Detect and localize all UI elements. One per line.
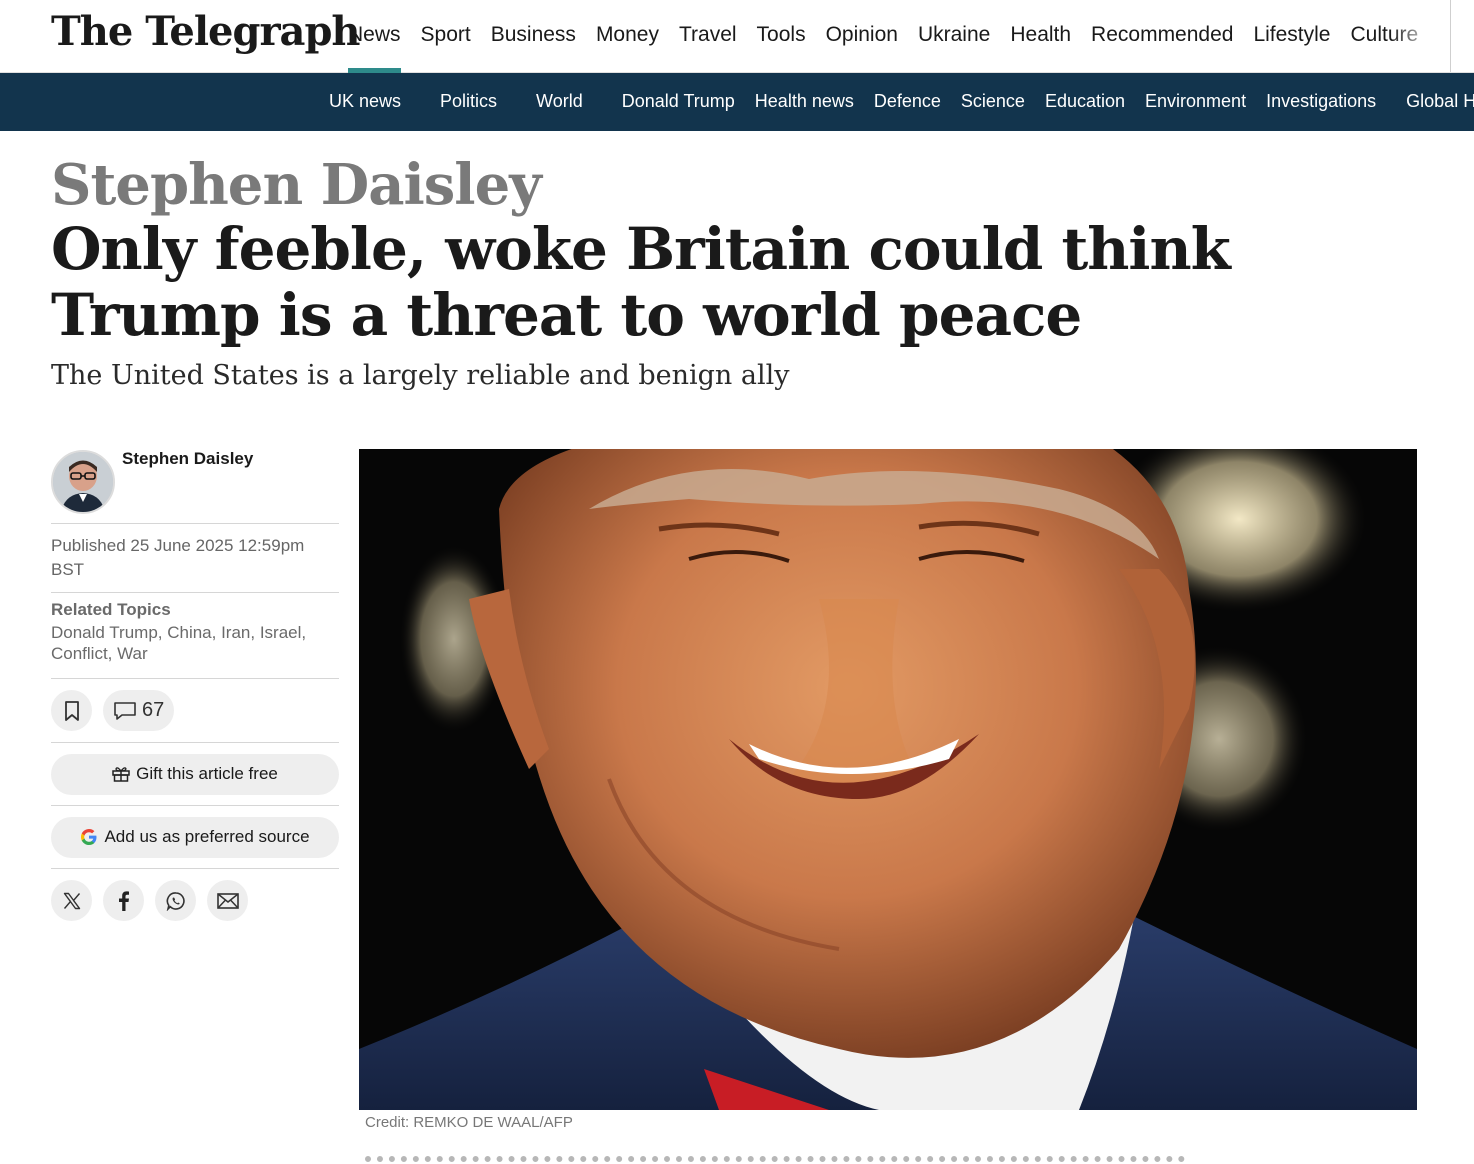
author-avatar[interactable] bbox=[51, 450, 115, 514]
article-sidebar: Stephen Daisley Published 25 June 2025 1… bbox=[51, 449, 339, 921]
nav-fade-overlay bbox=[1390, 0, 1450, 72]
gift-article-label: Gift this article free bbox=[136, 764, 278, 783]
facebook-icon bbox=[118, 890, 129, 911]
article-standfirst: The United States is a largely reliable … bbox=[51, 360, 790, 391]
author-name[interactable]: Stephen Daisley bbox=[122, 449, 253, 469]
subnav-item-science[interactable]: Science bbox=[951, 73, 1035, 131]
bookmark-button[interactable] bbox=[51, 690, 92, 731]
gift-row: Gift this article free bbox=[51, 743, 339, 806]
subnav-item-environment[interactable]: Environment bbox=[1135, 73, 1256, 131]
section-subnav: UK news Politics World Donald Trump Heal… bbox=[0, 73, 1474, 131]
share-x-button[interactable] bbox=[51, 880, 92, 921]
subnav-items: UK news Politics World Donald Trump Heal… bbox=[319, 73, 1474, 131]
nav-item-tools[interactable]: Tools bbox=[747, 0, 816, 73]
nav-item-money[interactable]: Money bbox=[586, 0, 669, 73]
whatsapp-icon bbox=[166, 891, 185, 911]
gift-icon bbox=[112, 767, 130, 782]
comment-icon bbox=[114, 701, 136, 720]
share-whatsapp-button[interactable] bbox=[155, 880, 196, 921]
comment-count: 67 bbox=[142, 699, 165, 721]
share-buttons bbox=[51, 869, 339, 921]
preferred-source-button[interactable]: Add us as preferred source bbox=[51, 816, 339, 858]
share-email-button[interactable] bbox=[207, 880, 248, 921]
related-topics: Related Topics Donald Trump, China, Iran… bbox=[51, 593, 339, 679]
nav-item-lifestyle[interactable]: Lifestyle bbox=[1243, 0, 1340, 73]
article-body-start bbox=[365, 1156, 1265, 1164]
top-navigation: The Telegraph News Sport Business Money … bbox=[0, 0, 1474, 73]
preferred-source-label: Add us as preferred source bbox=[104, 827, 310, 846]
subnav-item-world[interactable]: World bbox=[526, 73, 593, 131]
bookmark-icon bbox=[64, 700, 79, 721]
related-topics-title: Related Topics bbox=[51, 600, 171, 619]
nav-item-opinion[interactable]: Opinion bbox=[816, 0, 908, 73]
author-byline: Stephen Daisley bbox=[51, 449, 339, 524]
subnav-item-donald-trump[interactable]: Donald Trump bbox=[612, 73, 745, 131]
article-kicker-author[interactable]: Stephen Daisley bbox=[51, 152, 542, 218]
google-icon bbox=[81, 829, 97, 845]
subnav-item-global-health[interactable]: Global Health bbox=[1396, 73, 1474, 131]
primary-nav: News Sport Business Money Travel Tools O… bbox=[338, 0, 1428, 73]
subnav-item-health-news[interactable]: Health news bbox=[745, 73, 864, 131]
subnav-item-defence[interactable]: Defence bbox=[864, 73, 951, 131]
subnav-item-education[interactable]: Education bbox=[1035, 73, 1135, 131]
related-topics-list[interactable]: Donald Trump, China, Iran, Israel, Confl… bbox=[51, 622, 339, 664]
subnav-item-politics[interactable]: Politics bbox=[430, 73, 507, 131]
site-logo[interactable]: The Telegraph bbox=[51, 8, 361, 55]
nav-item-news[interactable]: News bbox=[338, 0, 411, 73]
nav-item-business[interactable]: Business bbox=[481, 0, 586, 73]
gift-article-button[interactable]: Gift this article free bbox=[51, 753, 339, 795]
published-timestamp: Published 25 June 2025 12:59pm BST bbox=[51, 524, 339, 593]
subnav-item-uk-news[interactable]: UK news bbox=[319, 73, 411, 131]
lead-photo[interactable] bbox=[359, 449, 1417, 1110]
x-icon bbox=[63, 892, 80, 909]
nav-divider bbox=[1450, 0, 1451, 72]
share-facebook-button[interactable] bbox=[103, 880, 144, 921]
article-actions: 67 bbox=[51, 679, 339, 743]
nav-item-ukraine[interactable]: Ukraine bbox=[908, 0, 1000, 73]
article-headline: Only feeble, woke Britain could think Tr… bbox=[51, 215, 1231, 349]
nav-item-health[interactable]: Health bbox=[1000, 0, 1081, 73]
photo-credit: Credit: REMKO DE WAAL/AFP bbox=[365, 1114, 573, 1131]
nav-item-travel[interactable]: Travel bbox=[669, 0, 747, 73]
email-icon bbox=[216, 892, 239, 909]
nav-item-recommended[interactable]: Recommended bbox=[1081, 0, 1243, 73]
subnav-item-investigations[interactable]: Investigations bbox=[1256, 73, 1386, 131]
preferred-source-row: Add us as preferred source bbox=[51, 806, 339, 869]
nav-item-sport[interactable]: Sport bbox=[411, 0, 481, 73]
comments-button[interactable]: 67 bbox=[103, 690, 175, 731]
